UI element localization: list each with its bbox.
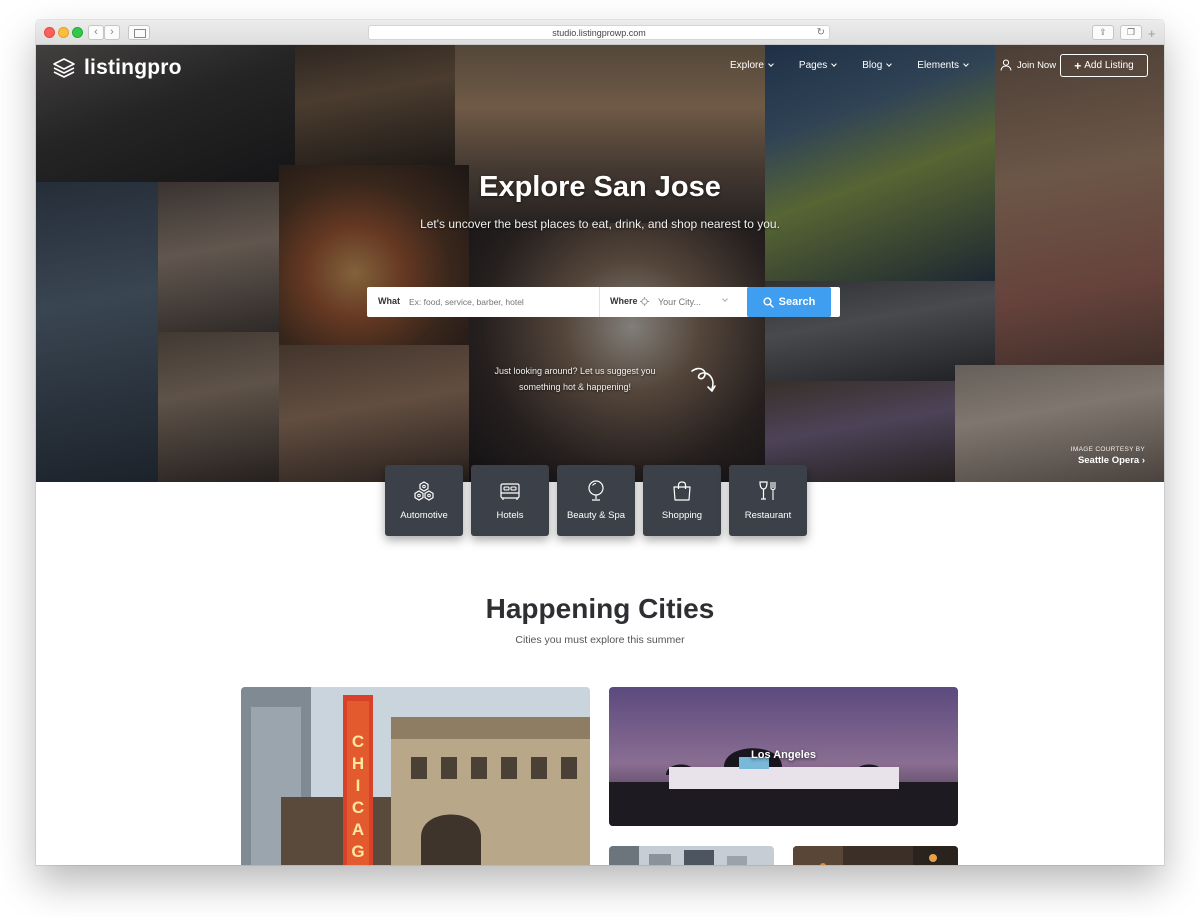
category-automotive[interactable]: Automotive	[385, 465, 463, 536]
browser-toolbar: ‹ › studio.listingprowp.com ↻ ⇪ ❐ +	[36, 20, 1164, 45]
search-icon	[763, 296, 774, 308]
image-courtesy[interactable]: IMAGE COURTESY BY Seattle Opera ›	[1048, 446, 1145, 466]
city-photo-new-york	[609, 846, 774, 865]
where-label: Where	[610, 296, 638, 306]
nav-item-label: Pages	[798, 60, 828, 71]
shopping-bag-icon	[673, 481, 691, 501]
user-icon	[1000, 59, 1012, 71]
logo-text: listingpro	[84, 56, 182, 79]
svg-text:G: G	[351, 842, 364, 861]
web-page: listingpro Explore Pages Blog Elements J…	[36, 45, 1164, 865]
address-text: studio.listingprowp.com	[552, 28, 646, 38]
city-card-evening-street[interactable]	[793, 846, 958, 865]
category-label: Beauty & Spa	[566, 510, 626, 521]
nav-item-label: Blog	[862, 60, 883, 71]
city-card-los-angeles[interactable]: Los Angeles	[609, 687, 958, 826]
automotive-icon	[414, 481, 434, 501]
svg-text:C: C	[352, 732, 364, 751]
what-search-input[interactable]	[409, 294, 594, 310]
courtesy-name: Seattle Opera ›	[1048, 455, 1145, 466]
chevron-down-icon	[886, 61, 893, 67]
main-nav: Explore Pages Blog Elements	[730, 60, 994, 71]
category-hotels[interactable]: Hotels	[471, 465, 549, 536]
share-button[interactable]: ⇪	[1092, 25, 1114, 40]
forward-button[interactable]: ›	[104, 25, 120, 40]
search-divider	[599, 287, 600, 317]
join-now-link[interactable]: Join Now	[1000, 59, 1056, 71]
curly-arrow-icon	[691, 367, 716, 392]
category-shopping[interactable]: Shopping	[643, 465, 721, 536]
suggestion-line-1: Just looking around? Let us suggest you	[494, 366, 656, 376]
search-button-label: Search	[778, 296, 816, 308]
nav-item-pages[interactable]: Pages	[798, 60, 838, 71]
city-photo-chicago: C H I C A G O	[241, 687, 590, 865]
new-tab-button[interactable]: +	[1148, 27, 1156, 40]
section-subtitle: Cities you must explore this summer	[515, 634, 685, 646]
category-label: Automotive	[400, 510, 448, 521]
back-button[interactable]: ‹	[88, 25, 104, 40]
chevron-down-icon[interactable]	[722, 296, 728, 302]
nav-item-label: Explore	[730, 60, 764, 71]
svg-text:A: A	[352, 820, 364, 839]
sidebar-toggle-button[interactable]	[128, 25, 150, 40]
minimize-window-button[interactable]	[58, 27, 69, 38]
suggestion-text: Just looking around? Let us suggest you …	[480, 363, 670, 395]
category-label: Shopping	[661, 510, 703, 521]
city-name: Los Angeles	[751, 749, 816, 761]
add-listing-button[interactable]: + Add Listing	[1060, 54, 1148, 77]
suggestion-line-2: something hot & happening!	[518, 382, 632, 392]
category-restaurant[interactable]: Restaurant	[729, 465, 807, 536]
nav-item-elements[interactable]: Elements	[917, 60, 969, 71]
search-bar: What Where Search	[367, 287, 840, 317]
svg-text:O: O	[351, 864, 364, 865]
nav-item-label: Elements	[917, 60, 959, 71]
category-label: Hotels	[496, 510, 524, 521]
chevron-down-icon	[768, 61, 774, 67]
crosshair-icon[interactable]	[640, 297, 649, 306]
where-city-input[interactable]	[658, 294, 723, 310]
chevron-right-icon: ›	[1141, 455, 1145, 466]
layers-logo-icon	[53, 58, 75, 78]
plus-icon: +	[1074, 58, 1082, 73]
chevron-down-icon	[963, 61, 969, 67]
reload-icon[interactable]: ↻	[817, 26, 825, 40]
hero-subtitle: Let's uncover the best places to eat, dr…	[420, 217, 780, 231]
what-label: What	[378, 296, 400, 306]
category-label: Restaurant	[744, 510, 792, 521]
hero-section: listingpro Explore Pages Blog Elements J…	[36, 45, 1164, 482]
category-beauty-spa[interactable]: Beauty & Spa	[557, 465, 635, 536]
nav-item-blog[interactable]: Blog	[862, 60, 893, 71]
courtesy-name-text: Seattle Opera	[1077, 455, 1140, 466]
city-card-new-york[interactable]	[609, 846, 774, 865]
hero-title: Explore San Jose	[479, 171, 721, 203]
category-tiles: Automotive Hotels Beauty & Spa Shopping …	[385, 465, 815, 536]
restaurant-icon	[759, 481, 776, 500]
mirror-icon	[588, 480, 604, 501]
add-listing-label: Add Listing	[1084, 60, 1134, 71]
city-photo-evening-street	[793, 846, 958, 865]
browser-window: ‹ › studio.listingprowp.com ↻ ⇪ ❐ + list…	[36, 20, 1164, 865]
site-logo[interactable]: listingpro	[52, 55, 182, 81]
svg-text:I: I	[356, 776, 361, 795]
search-button[interactable]: Search	[747, 287, 831, 317]
svg-text:C: C	[352, 798, 364, 817]
tab-overview-button[interactable]: ❐	[1120, 25, 1142, 40]
city-card-chicago[interactable]: C H I C A G O	[241, 687, 590, 865]
zoom-window-button[interactable]	[72, 27, 83, 38]
close-window-button[interactable]	[44, 27, 55, 38]
section-title: Happening Cities	[485, 593, 715, 624]
address-bar[interactable]: studio.listingprowp.com ↻	[368, 25, 830, 40]
courtesy-label: IMAGE COURTESY BY	[1070, 446, 1145, 453]
bed-icon	[500, 483, 520, 500]
join-now-label: Join Now	[1017, 59, 1057, 71]
hero-overlay	[36, 45, 1164, 482]
nav-item-explore[interactable]: Explore	[730, 60, 774, 71]
chevron-down-icon	[831, 61, 838, 67]
svg-text:H: H	[352, 754, 364, 773]
